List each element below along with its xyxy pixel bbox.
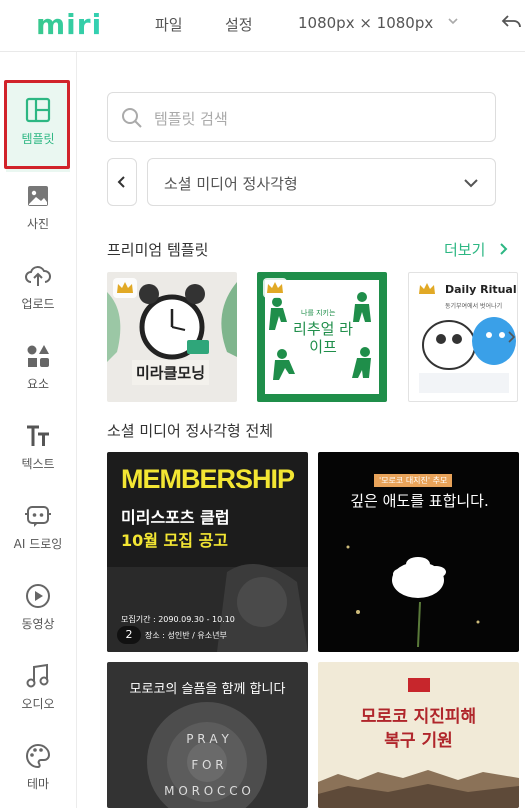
thumb-title: 리추얼 라이프 <box>293 320 353 356</box>
sidebar-item-text[interactable]: 텍스트 <box>0 412 76 490</box>
palette-icon <box>26 743 51 769</box>
logo[interactable]: miri <box>36 8 102 41</box>
template-card[interactable]: 모로코 지진피해 복구 기원 <box>318 662 519 808</box>
rubble-illustration <box>318 770 519 808</box>
text-icon <box>27 425 49 446</box>
template-card[interactable]: '모로코 대지진' 추모 깊은 애도를 표합니다. <box>318 452 519 652</box>
chrysanthemum-illustration <box>346 545 480 648</box>
card-word: P R A Y <box>186 732 229 746</box>
all-section-title: 소셜 미디어 정사각형 전체 <box>107 422 274 440</box>
menu-settings[interactable]: 설정 <box>225 14 253 35</box>
elements-icon <box>27 345 49 367</box>
sidebar-item-label: 동영상 <box>21 617 55 631</box>
audio-icon <box>26 663 49 688</box>
premium-section-title: 프리미엄 템플릿 <box>107 241 209 259</box>
sidebar-item-label: 업로드 <box>21 297 55 311</box>
sidebar-item-upload[interactable]: 업로드 <box>0 252 76 330</box>
sidebar-item-audio[interactable]: 오디오 <box>0 652 76 730</box>
sidebar-item-label: 요소 <box>26 377 50 391</box>
crown-icon <box>267 282 283 293</box>
photo-icon <box>28 186 48 206</box>
template-card[interactable]: MEMBERSHIP 미리스포츠 클럽 10월 모집 공고 모집기간 : 209… <box>107 452 308 652</box>
sidebar-item-elements[interactable]: 요소 <box>0 332 76 410</box>
sidebar-item-theme[interactable]: 테마 <box>0 732 76 810</box>
top-bar: miri 파일 설정 1080px × 1080px <box>0 0 525 52</box>
card-word: M O R O C C O <box>164 784 251 798</box>
premium-badge <box>263 278 287 298</box>
thumb-title: 미라클모닝 <box>132 360 210 385</box>
premium-badge <box>113 278 137 298</box>
premium-badge <box>415 279 439 299</box>
chevron-down-icon[interactable] <box>447 15 459 27</box>
premium-template-thumb[interactable]: Daily Rituals 동기부여에서 벗어나기 <box>408 272 518 402</box>
undo-icon[interactable] <box>500 12 522 32</box>
card-headline: MEMBERSHIP <box>121 464 295 494</box>
category-selected: 소셜 미디어 정사각형 <box>164 175 298 193</box>
card-line1: 미리스포츠 클럽 <box>121 508 230 527</box>
canvas-size-selector[interactable]: 1080px × 1080px <box>298 14 433 32</box>
search-icon <box>122 108 142 128</box>
sidebar-item-label: 테마 <box>26 777 50 791</box>
card-place: 장소 : 성인반 / 유소년부 <box>145 631 227 640</box>
more-link[interactable]: 더보기 <box>444 239 485 260</box>
category-dropdown[interactable]: 소셜 미디어 정사각형 <box>147 158 496 206</box>
crown-icon <box>117 282 133 293</box>
chevron-right-icon[interactable] <box>507 330 517 344</box>
search-placeholder: 템플릿 검색 <box>154 110 228 128</box>
template-panel: 템플릿 검색 소셜 미디어 정사각형 프리미엄 템플릿 더보기 미라클모닝 나를… <box>77 52 525 808</box>
premium-template-thumb[interactable]: 미라클모닝 <box>107 272 237 402</box>
ai-drawing-icon <box>25 506 51 527</box>
sidebar-item-video[interactable]: 동영상 <box>0 572 76 650</box>
sidebar-item-label: 오디오 <box>21 697 55 711</box>
sidebar-item-ai-drawing[interactable]: AI 드로잉 <box>0 492 76 570</box>
sidebar-item-label: 사진 <box>26 217 50 231</box>
menu-file[interactable]: 파일 <box>155 14 183 35</box>
selection-highlight <box>4 80 70 169</box>
page-count-badge: 2 <box>117 626 141 644</box>
chevron-down-icon <box>464 179 478 188</box>
video-icon <box>26 584 50 608</box>
sidebar-item-photo[interactable]: 사진 <box>0 172 76 250</box>
card-headline: 모로코의 슬픔을 함께 합니다 <box>129 682 286 697</box>
card-line2: 10월 모집 공고 <box>121 531 229 550</box>
back-button[interactable] <box>107 158 137 206</box>
crown-icon <box>419 283 435 294</box>
sidebar-item-label: 텍스트 <box>21 457 55 471</box>
sidebar-item-label: AI 드로잉 <box>13 537 63 551</box>
card-period: 모집기간 : 2090.09.30 - 10.10 <box>121 615 235 624</box>
card-word: F O R <box>191 758 224 772</box>
thumb-top-text: 나를 지키는 <box>301 309 336 317</box>
chevron-left-icon <box>117 176 125 188</box>
upload-icon <box>25 266 51 286</box>
search-input[interactable]: 템플릿 검색 <box>107 92 496 142</box>
chevron-right-icon[interactable] <box>499 242 509 256</box>
template-card[interactable]: 모로코의 슬픔을 함께 합니다 P R A Y F O R M O R O C … <box>107 662 308 808</box>
premium-template-thumb[interactable]: 나를 지키는 리추얼 라이프 <box>257 272 387 402</box>
